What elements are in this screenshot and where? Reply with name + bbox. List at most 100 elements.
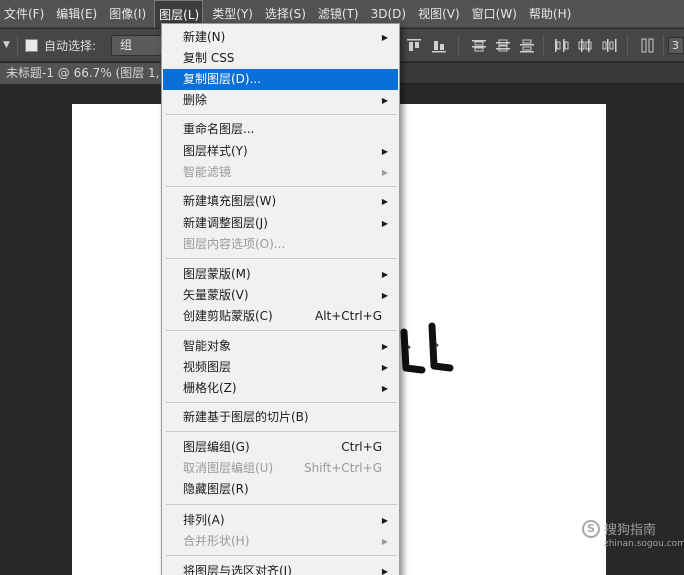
menu-item-label: 复制 CSS [183,51,235,65]
menu-item-label: 新建填充图层(W) [183,194,277,208]
options-separator [458,35,459,57]
menu-item-layer-mask[interactable]: 图层蒙版(M) ▶ [163,264,398,285]
menu-item-rename-layer[interactable]: 重命名图层... [163,119,398,140]
menu-separator [166,431,397,432]
auto-align-layers-icon[interactable] [639,37,657,54]
auto-select-checkbox[interactable] [25,39,38,52]
menu-item-new-fill-layer[interactable]: 新建填充图层(W) ▶ [163,191,398,212]
submenu-arrow-icon: ▶ [381,197,388,206]
distribute-horizontal-centers-icon[interactable] [576,37,594,54]
menu-item-ungroup-layers: 取消图层编组(U) Shift+Ctrl+G [163,458,398,479]
submenu-arrow-icon: ▶ [381,516,388,525]
menu-separator [166,114,397,115]
document-tab-title: 未标题-1 @ 66.7% (图层 1, R [6,66,162,80]
submenu-arrow-icon: ▶ [381,33,388,42]
menu-item-layer-style[interactable]: 图层样式(Y) ▶ [163,141,398,162]
distribute-top-icon[interactable] [470,37,488,54]
menu-item-label: 合并形状(H) [183,534,250,548]
menu-item-smart-filter: 智能滤镜 ▶ [163,162,398,183]
auto-select-target-value: 组 [120,38,133,52]
sogou-watermark: S 搜狗指南 zhinan.sogou.com [578,518,684,554]
menu-item-shortcut: Ctrl+G [341,440,382,454]
document-tab[interactable]: 未标题-1 @ 66.7% (图层 1, R [0,63,162,84]
submenu-arrow-icon: ▶ [381,384,388,393]
menu-item-label: 栅格化(Z) [183,381,237,395]
auto-select-target-select[interactable]: 组 [111,35,163,56]
submenu-arrow-icon: ▶ [381,219,388,228]
menu-item-label: 智能滤镜 [183,165,232,179]
submenu-arrow-icon: ▶ [381,96,388,105]
menu-view[interactable]: 视图(V) [414,0,463,28]
menu-item-group-layers[interactable]: 图层编组(G) Ctrl+G [163,437,398,458]
menu-item-video-layers[interactable]: 视频图层 ▶ [163,357,398,378]
menu-file[interactable]: 文件(F) [0,0,47,28]
3d-mode-button[interactable]: 3 [668,37,684,54]
auto-select-label: 自动选择: [44,39,97,53]
menu-item-create-clipping-mask[interactable]: 创建剪贴蒙版(C) Alt+Ctrl+G [163,306,398,327]
options-separator [663,35,664,57]
menu-separator [166,402,397,403]
menu-item-rasterize[interactable]: 栅格化(Z) ▶ [163,378,398,399]
menu-item-label: 排列(A) [183,513,225,527]
menu-item-label: 创建剪贴蒙版(C) [183,309,273,323]
menu-item-new-adjustment-layer[interactable]: 新建调整图层(J) ▶ [163,213,398,234]
menu-item-label: 图层内容选项(O)... [183,237,286,251]
distribute-left-icon[interactable] [552,37,570,54]
menu-separator [166,186,397,187]
menu-item-delete[interactable]: 删除 ▶ [163,90,398,111]
submenu-arrow-icon: ▶ [381,168,388,177]
submenu-arrow-icon: ▶ [381,537,388,546]
distribute-right-icon[interactable] [600,37,618,54]
distribute-bottom-icon[interactable] [518,37,536,54]
menu-item-label: 新建调整图层(J) [183,216,268,230]
menu-item-label: 智能对象 [183,339,232,353]
menu-image[interactable]: 图像(I) [105,0,149,28]
menu-item-label: 复制图层(D)... [183,72,262,86]
menu-item-label: 新建(N) [183,30,226,44]
submenu-arrow-icon: ▶ [381,291,388,300]
menu-item-layer-content-options: 图层内容选项(O)... [163,234,398,255]
menu-item-label: 新建基于图层的切片(B) [183,410,309,424]
menu-item-label: 重命名图层... [183,122,255,136]
menu-item-label: 删除 [183,93,208,107]
submenu-arrow-icon: ▶ [381,342,388,351]
distribute-vertical-centers-icon[interactable] [494,37,512,54]
menu-separator [166,330,397,331]
menu-item-label: 图层编组(G) [183,440,250,454]
menu-item-new-layer-based-slice[interactable]: 新建基于图层的切片(B) [163,407,398,428]
menu-separator [166,258,397,259]
submenu-arrow-icon: ▶ [381,363,388,372]
menu-item-vector-mask[interactable]: 矢量蒙版(V) ▶ [163,285,398,306]
menu-separator [166,555,397,556]
tool-preset-dropdown-icon[interactable]: ▼ [3,38,15,52]
menu-item-label: 将图层与选区对齐(I) [183,564,292,575]
align-bottom-edges-icon[interactable] [430,37,448,54]
menu-item-label: 图层蒙版(M) [183,267,251,281]
submenu-arrow-icon: ▶ [381,567,388,575]
layer-menu-dropdown: 新建(N) ▶ 复制 CSS 复制图层(D)... 删除 ▶ 重命名图层... … [161,23,400,575]
menu-item-arrange[interactable]: 排列(A) ▶ [163,510,398,531]
canvas-brush-stroke [400,322,454,374]
options-separator [543,35,544,57]
menu-edit[interactable]: 编辑(E) [52,0,100,28]
sogou-logo-icon: S [582,520,600,538]
menu-separator [166,504,397,505]
align-top-edges-icon[interactable] [405,37,423,54]
menu-window[interactable]: 窗口(W) [468,0,520,28]
watermark-title: 搜狗指南 [604,523,657,538]
menu-item-shortcut: Alt+Ctrl+G [314,309,382,323]
menu-item-duplicate-layer[interactable]: 复制图层(D)... [163,69,398,90]
options-separator [17,35,18,57]
menu-item-label: 取消图层编组(U) [183,461,274,475]
menu-help[interactable]: 帮助(H) [525,0,574,28]
menu-item-hide-layers[interactable]: 隐藏图层(R) [163,479,398,500]
submenu-arrow-icon: ▶ [381,270,388,279]
menu-item-copy-css[interactable]: 复制 CSS [163,48,398,69]
menu-item-shortcut: Shift+Ctrl+G [303,461,382,475]
menu-item-align-layers-to-selection[interactable]: 将图层与选区对齐(I) ▶ [163,561,398,575]
watermark-url: zhinan.sogou.com [604,539,684,549]
submenu-arrow-icon: ▶ [381,147,388,156]
menu-item-new[interactable]: 新建(N) ▶ [163,27,398,48]
menu-item-label: 隐藏图层(R) [183,482,249,496]
menu-item-smart-object[interactable]: 智能对象 ▶ [163,336,398,357]
